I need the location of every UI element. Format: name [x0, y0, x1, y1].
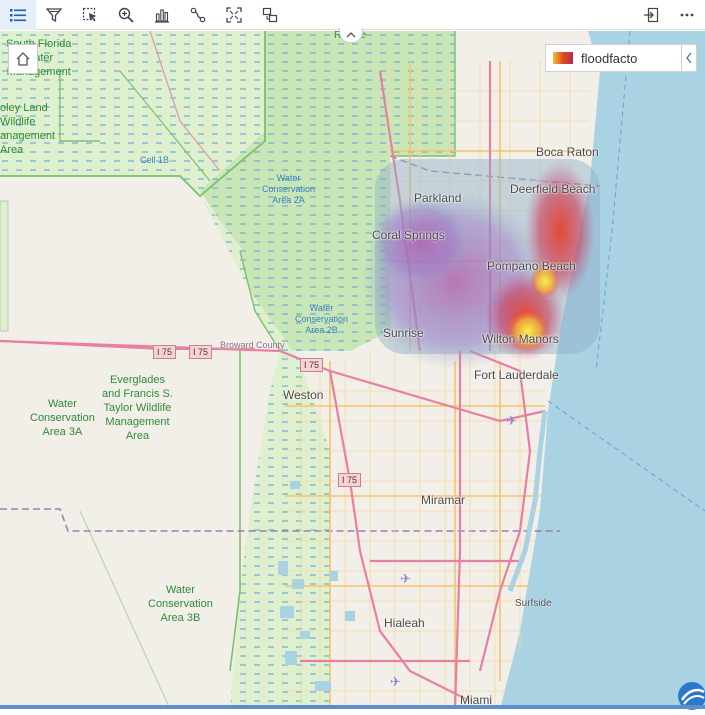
chevron-left-icon	[686, 52, 692, 64]
layer-list-button[interactable]	[0, 0, 36, 30]
home-button[interactable]	[8, 44, 38, 74]
export-icon	[644, 7, 659, 22]
legend-collapse-button[interactable]	[681, 45, 696, 71]
airport-icon: ✈	[400, 572, 411, 587]
map-view[interactable]: ✈ ✈ ✈ ✈ South Florida Water Management o…	[0, 31, 705, 709]
route-icon	[190, 7, 206, 22]
route-button[interactable]	[180, 0, 216, 30]
layer-list-icon	[10, 8, 26, 21]
filter-button[interactable]	[36, 0, 72, 30]
filter-icon	[46, 7, 62, 22]
zoom-to-icon	[118, 7, 134, 23]
basemap: ✈ ✈ ✈ ✈	[0, 31, 705, 709]
swap-button[interactable]	[252, 0, 288, 30]
highway-shield-i75: I 75	[153, 345, 177, 359]
map-toolbar	[0, 0, 705, 30]
heatmap-peak-pompano	[530, 263, 560, 299]
bottom-attribution-bar	[0, 705, 705, 709]
swap-icon	[262, 7, 278, 22]
full-extent-button[interactable]	[216, 0, 252, 30]
select-button[interactable]	[72, 0, 108, 30]
airport-icon: ✈	[506, 414, 517, 429]
chart-icon	[155, 8, 169, 23]
heatmap-purple-zone-2	[370, 196, 470, 286]
highway-shield-i75: I 75	[300, 358, 324, 372]
chart-button[interactable]	[144, 0, 180, 30]
zoom-to-button[interactable]	[108, 0, 144, 30]
legend-layer-label: floodfacto	[581, 50, 638, 66]
export-button[interactable]	[633, 0, 669, 30]
highway-shield-i75: I 75	[338, 473, 362, 487]
chevron-up-icon	[346, 32, 356, 38]
airport-icon: ✈	[490, 296, 501, 311]
airport-icon: ✈	[390, 675, 401, 690]
highway-shield-i75: I 75	[189, 345, 213, 359]
more-options-button[interactable]	[669, 0, 705, 30]
more-options-icon	[680, 13, 694, 16]
home-icon	[16, 52, 30, 66]
heatmap-peak-wilton	[506, 309, 550, 353]
full-extent-icon	[226, 6, 242, 23]
heatmap-legend-swatch	[553, 52, 573, 64]
layer-legend[interactable]: floodfacto	[545, 44, 697, 72]
select-icon	[82, 7, 96, 21]
